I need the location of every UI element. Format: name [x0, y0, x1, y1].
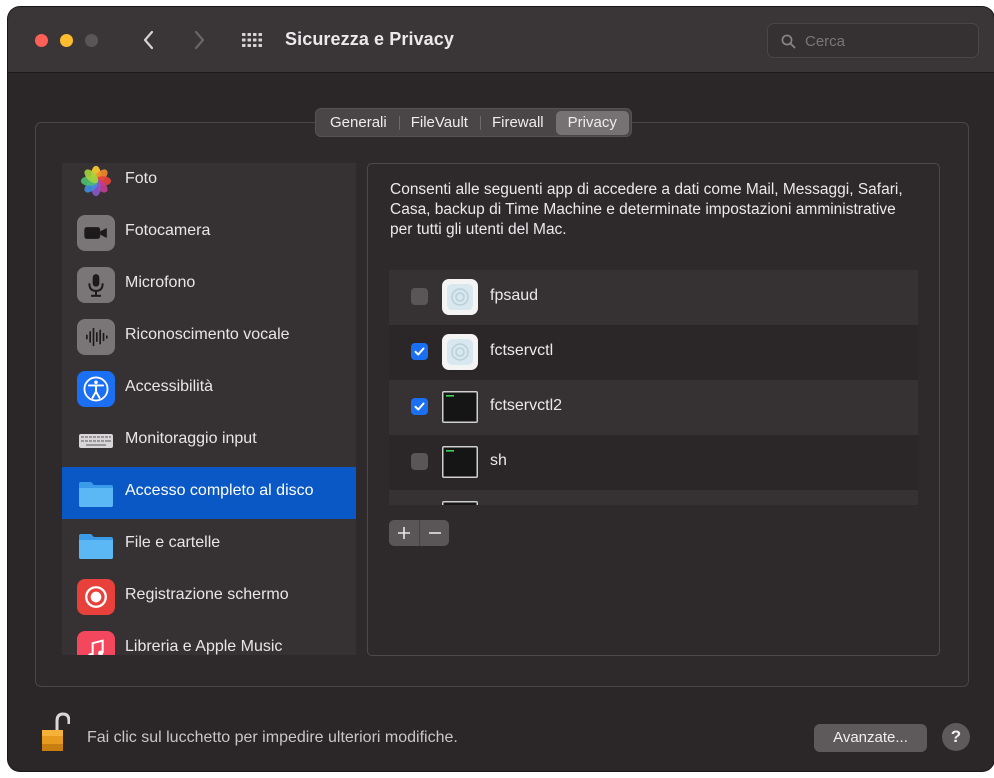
forward-button[interactable]	[188, 27, 210, 53]
terminal-exec-icon	[441, 443, 479, 481]
camera-icon	[77, 215, 115, 251]
back-button[interactable]	[138, 27, 160, 53]
checkmark-icon	[414, 347, 425, 356]
terminal-exec-icon	[441, 498, 479, 505]
sidebar-item-microfono[interactable]: Microfono	[62, 259, 356, 311]
sidebar-item-riconoscimento-vocale[interactable]: Riconoscimento vocale	[62, 311, 356, 363]
app-name: fpsaud	[490, 287, 539, 304]
search-input[interactable]	[805, 30, 970, 52]
chevron-left-icon	[143, 30, 154, 50]
app-name: fctservctl	[490, 342, 554, 359]
sidebar-item-label: Libreria e Apple Music	[125, 638, 283, 655]
title-bar: Sicurezza e Privacy	[8, 7, 994, 73]
folder-icon	[77, 475, 115, 511]
sidebar-item-file-e-cartelle[interactable]: File e cartelle	[62, 519, 356, 571]
window-title: Sicurezza e Privacy	[285, 29, 455, 49]
sidebar-item-label: Accessibilità	[125, 378, 214, 395]
accessibility-icon	[77, 371, 115, 407]
sidebar-item-label: File e cartelle	[125, 534, 221, 551]
search-icon	[781, 34, 796, 49]
lock-message: Fai clic sul lucchetto per impedire ulte…	[87, 729, 458, 746]
folder-icon	[77, 527, 115, 563]
sidebar-item-fotocamera[interactable]: Fotocamera	[62, 207, 356, 259]
sidebar-item-registrazione-schermo[interactable]: Registrazione schermo	[62, 571, 356, 623]
list-item[interactable]: sh	[389, 435, 918, 490]
screen-record-icon	[77, 579, 115, 615]
sidebar-item-label: Monitoraggio input	[125, 430, 257, 447]
app-checkbox[interactable]	[411, 453, 428, 470]
sidebar-item-accessibilita[interactable]: Accessibilità	[62, 363, 356, 415]
checkmark-icon	[414, 402, 425, 411]
app-name: sh	[490, 452, 507, 469]
tab-generali[interactable]: Generali	[318, 111, 399, 135]
plus-icon	[398, 527, 410, 539]
sidebar-item-label: Foto	[125, 170, 158, 187]
lock-button[interactable]	[40, 711, 71, 753]
terminal-exec-icon	[441, 388, 479, 426]
app-list[interactable]: fpsaud fctservctl fctservctl2 sh	[389, 270, 918, 505]
close-window-button[interactable]	[35, 34, 48, 47]
sidebar-item-label: Registrazione schermo	[125, 586, 289, 603]
generic-app-icon	[441, 278, 479, 316]
list-item[interactable]: fctservctl	[389, 325, 918, 380]
sidebar-item-label: Fotocamera	[125, 222, 211, 239]
app-checkbox[interactable]	[411, 398, 428, 415]
sidebar-item-libreria-apple-music[interactable]: Libreria e Apple Music	[62, 623, 356, 655]
privacy-category-list[interactable]: Foto Fotocamera Microfono Riconoscimento…	[62, 163, 356, 655]
sidebar-item-label: Microfono	[125, 274, 196, 291]
zoom-window-button[interactable]	[85, 34, 98, 47]
list-item[interactable]	[389, 490, 918, 505]
minus-icon	[428, 532, 441, 534]
system-preferences-window: Sicurezza e Privacy Generali FileVault F…	[8, 7, 994, 771]
panel-description: Consenti alle seguenti app di accedere a…	[390, 181, 903, 238]
unlocked-padlock-icon	[42, 712, 71, 751]
list-item[interactable]: fctservctl2	[389, 380, 918, 435]
tab-filevault[interactable]: FileVault	[398, 111, 480, 135]
remove-app-button[interactable]	[419, 520, 449, 546]
photos-icon	[77, 163, 115, 199]
keyboard-icon	[77, 423, 115, 459]
add-app-button[interactable]	[389, 520, 419, 546]
sidebar-item-label: Riconoscimento vocale	[125, 326, 290, 343]
tab-privacy[interactable]: Privacy	[555, 111, 629, 135]
generic-app-icon	[441, 333, 479, 371]
add-remove-control	[389, 520, 449, 546]
advanced-button[interactable]: Avanzate...	[814, 724, 927, 752]
sidebar-item-label: Accesso completo al disco	[125, 482, 314, 499]
app-checkbox[interactable]	[411, 343, 428, 360]
search-field[interactable]	[767, 23, 979, 58]
sidebar-item-foto[interactable]: Foto	[62, 163, 356, 207]
minimize-window-button[interactable]	[60, 34, 73, 47]
music-icon	[77, 631, 115, 655]
tab-bar: Generali FileVault Firewall Privacy	[315, 108, 632, 137]
tab-firewall[interactable]: Firewall	[479, 111, 556, 135]
help-button[interactable]: ?	[942, 723, 970, 751]
chevron-right-icon	[194, 30, 205, 50]
sidebar-item-monitoraggio-input[interactable]: Monitoraggio input	[62, 415, 356, 467]
grid-icon	[242, 33, 262, 47]
sidebar-item-accesso-completo-al-disco[interactable]: Accesso completo al disco	[62, 467, 356, 519]
waveform-icon	[77, 319, 115, 355]
list-item[interactable]: fpsaud	[389, 270, 918, 325]
microphone-icon	[77, 267, 115, 303]
app-checkbox[interactable]	[411, 288, 428, 305]
app-name: fctservctl2	[490, 397, 563, 414]
show-all-button[interactable]	[241, 31, 263, 49]
